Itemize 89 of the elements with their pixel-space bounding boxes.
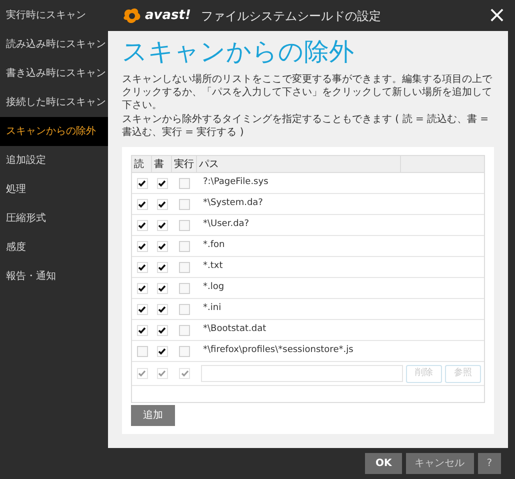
column-header: 読 — [132, 156, 152, 172]
checkmark-icon — [158, 264, 166, 270]
checkbox[interactable] — [179, 178, 190, 188]
sidebar-item[interactable]: 接続した時にスキャン — [0, 88, 108, 117]
checkmark-icon — [138, 326, 146, 334]
checkbox[interactable] — [179, 240, 190, 252]
column-header: パス — [197, 156, 401, 172]
checkbox[interactable] — [179, 282, 190, 294]
checkmark-icon — [138, 200, 146, 208]
checkmark-icon — [158, 200, 166, 208]
sidebar-item[interactable]: 圧縮形式 — [0, 204, 108, 233]
sidebar-item[interactable]: 書き込み時にスキャン — [0, 59, 108, 88]
checkbox[interactable] — [179, 262, 190, 272]
footer-button[interactable]: キャンセル — [406, 453, 474, 474]
checkbox[interactable] — [136, 240, 148, 252]
sidebar-item[interactable]: 読み込み時にスキャン — [0, 30, 108, 59]
checkbox[interactable] — [179, 198, 190, 210]
table-row[interactable]: *\Bootstat.dat — [132, 320, 484, 341]
checkbox[interactable] — [156, 198, 168, 210]
path-cell-text: *\Bootstat.dat — [203, 323, 266, 336]
table-row[interactable]: *\System.da? — [132, 194, 484, 215]
checkbox[interactable] — [156, 262, 168, 272]
description-text: スキャンから除外するタイミングを指定することもできます ( 読 = 読込む、書 = 書込む、実行 = 実行する ) — [122, 113, 490, 139]
table-row[interactable]: *\firefox\profiles\*sessionstore*.js — [132, 341, 484, 362]
checkbox[interactable] — [136, 324, 148, 336]
column-header: 書 — [152, 156, 172, 172]
path-cell-text: ?:\PageFile.sys — [203, 176, 268, 190]
column-header: 実行 — [172, 156, 197, 172]
logo-text: avast! — [145, 6, 191, 25]
sidebar-item[interactable]: 実行時にスキャン — [0, 1, 108, 30]
checkbox[interactable] — [156, 178, 168, 188]
checkbox[interactable] — [156, 304, 168, 314]
path-cell-text: *\firefox\profiles\*sessionstore*.js — [203, 344, 354, 358]
sidebar-item[interactable]: スキャンからの除外 — [0, 117, 108, 146]
checkmark-icon — [138, 264, 146, 270]
checkmark-icon — [158, 242, 166, 250]
table-row[interactable]: *\User.da? — [132, 215, 484, 236]
checkbox[interactable] — [136, 220, 148, 230]
checkmark-icon — [158, 222, 166, 228]
add-button[interactable]: 追加 — [131, 405, 175, 426]
page-heading: スキャンからの除外 — [122, 36, 355, 68]
path-cell-text: *\System.da? — [203, 197, 263, 210]
checkbox[interactable] — [136, 178, 148, 188]
path-cell-text: *\User.da? — [203, 218, 250, 232]
table-row[interactable]: *.txt — [132, 257, 484, 278]
checkmark-icon — [158, 348, 166, 354]
checkbox[interactable] — [156, 220, 168, 230]
sidebar-item[interactable]: 処理 — [0, 175, 108, 204]
checkmark-icon — [158, 306, 166, 312]
checkmark-icon — [138, 222, 146, 228]
checkbox[interactable] — [136, 282, 148, 294]
checkmark-icon — [138, 284, 146, 292]
checkbox[interactable] — [156, 346, 168, 356]
checkmark-icon — [158, 370, 166, 377]
footer-button[interactable]: OK — [365, 453, 402, 474]
checkmark-icon — [138, 242, 146, 250]
checkbox[interactable] — [156, 240, 168, 252]
checkbox[interactable] — [179, 324, 190, 336]
checkbox[interactable] — [136, 198, 148, 210]
checkbox[interactable] — [136, 262, 148, 272]
checkbox[interactable] — [136, 304, 148, 314]
checkbox[interactable] — [179, 304, 190, 314]
sidebar-item[interactable]: 感度 — [0, 233, 108, 262]
path-cell-text: *.fon — [203, 239, 225, 252]
path-cell-text: *.log — [203, 281, 224, 294]
checkmark-icon — [138, 306, 146, 312]
checkbox[interactable] — [136, 346, 148, 356]
checkbox[interactable] — [156, 282, 168, 294]
table-row[interactable]: *.ini — [132, 299, 484, 320]
close-button[interactable]: × — [485, 4, 509, 26]
checkmark-icon — [138, 370, 146, 377]
checkbox[interactable] — [156, 324, 168, 336]
checkmark-icon — [158, 326, 166, 334]
logo-icon — [122, 6, 142, 24]
checkbox[interactable] — [179, 220, 190, 230]
description-text: スキャンしない場所のリストをここで変更する事ができます。編集する項目の上でクリックするか、「パスを入力して下さい」をクリックして新しい場所を追加して下さい。 — [122, 73, 493, 112]
checkmark-icon — [158, 284, 166, 292]
table-row[interactable]: ?:\PageFile.sys — [132, 173, 484, 194]
table-row[interactable]: *.log — [132, 278, 484, 299]
window-title: ファイルシステムシールドの設定 — [200, 8, 381, 24]
table-row[interactable]: *.fon — [132, 236, 484, 257]
checkmark-icon — [158, 180, 166, 186]
path-cell-text: *.ini — [203, 302, 222, 316]
path-cell-text: *.txt — [203, 260, 223, 274]
sidebar-item[interactable]: 追加設定 — [0, 146, 108, 175]
checkmark-icon — [180, 370, 188, 377]
sidebar-item[interactable]: 報告・通知 — [0, 262, 108, 291]
checkmark-icon — [138, 180, 146, 186]
checkbox[interactable] — [179, 346, 190, 356]
